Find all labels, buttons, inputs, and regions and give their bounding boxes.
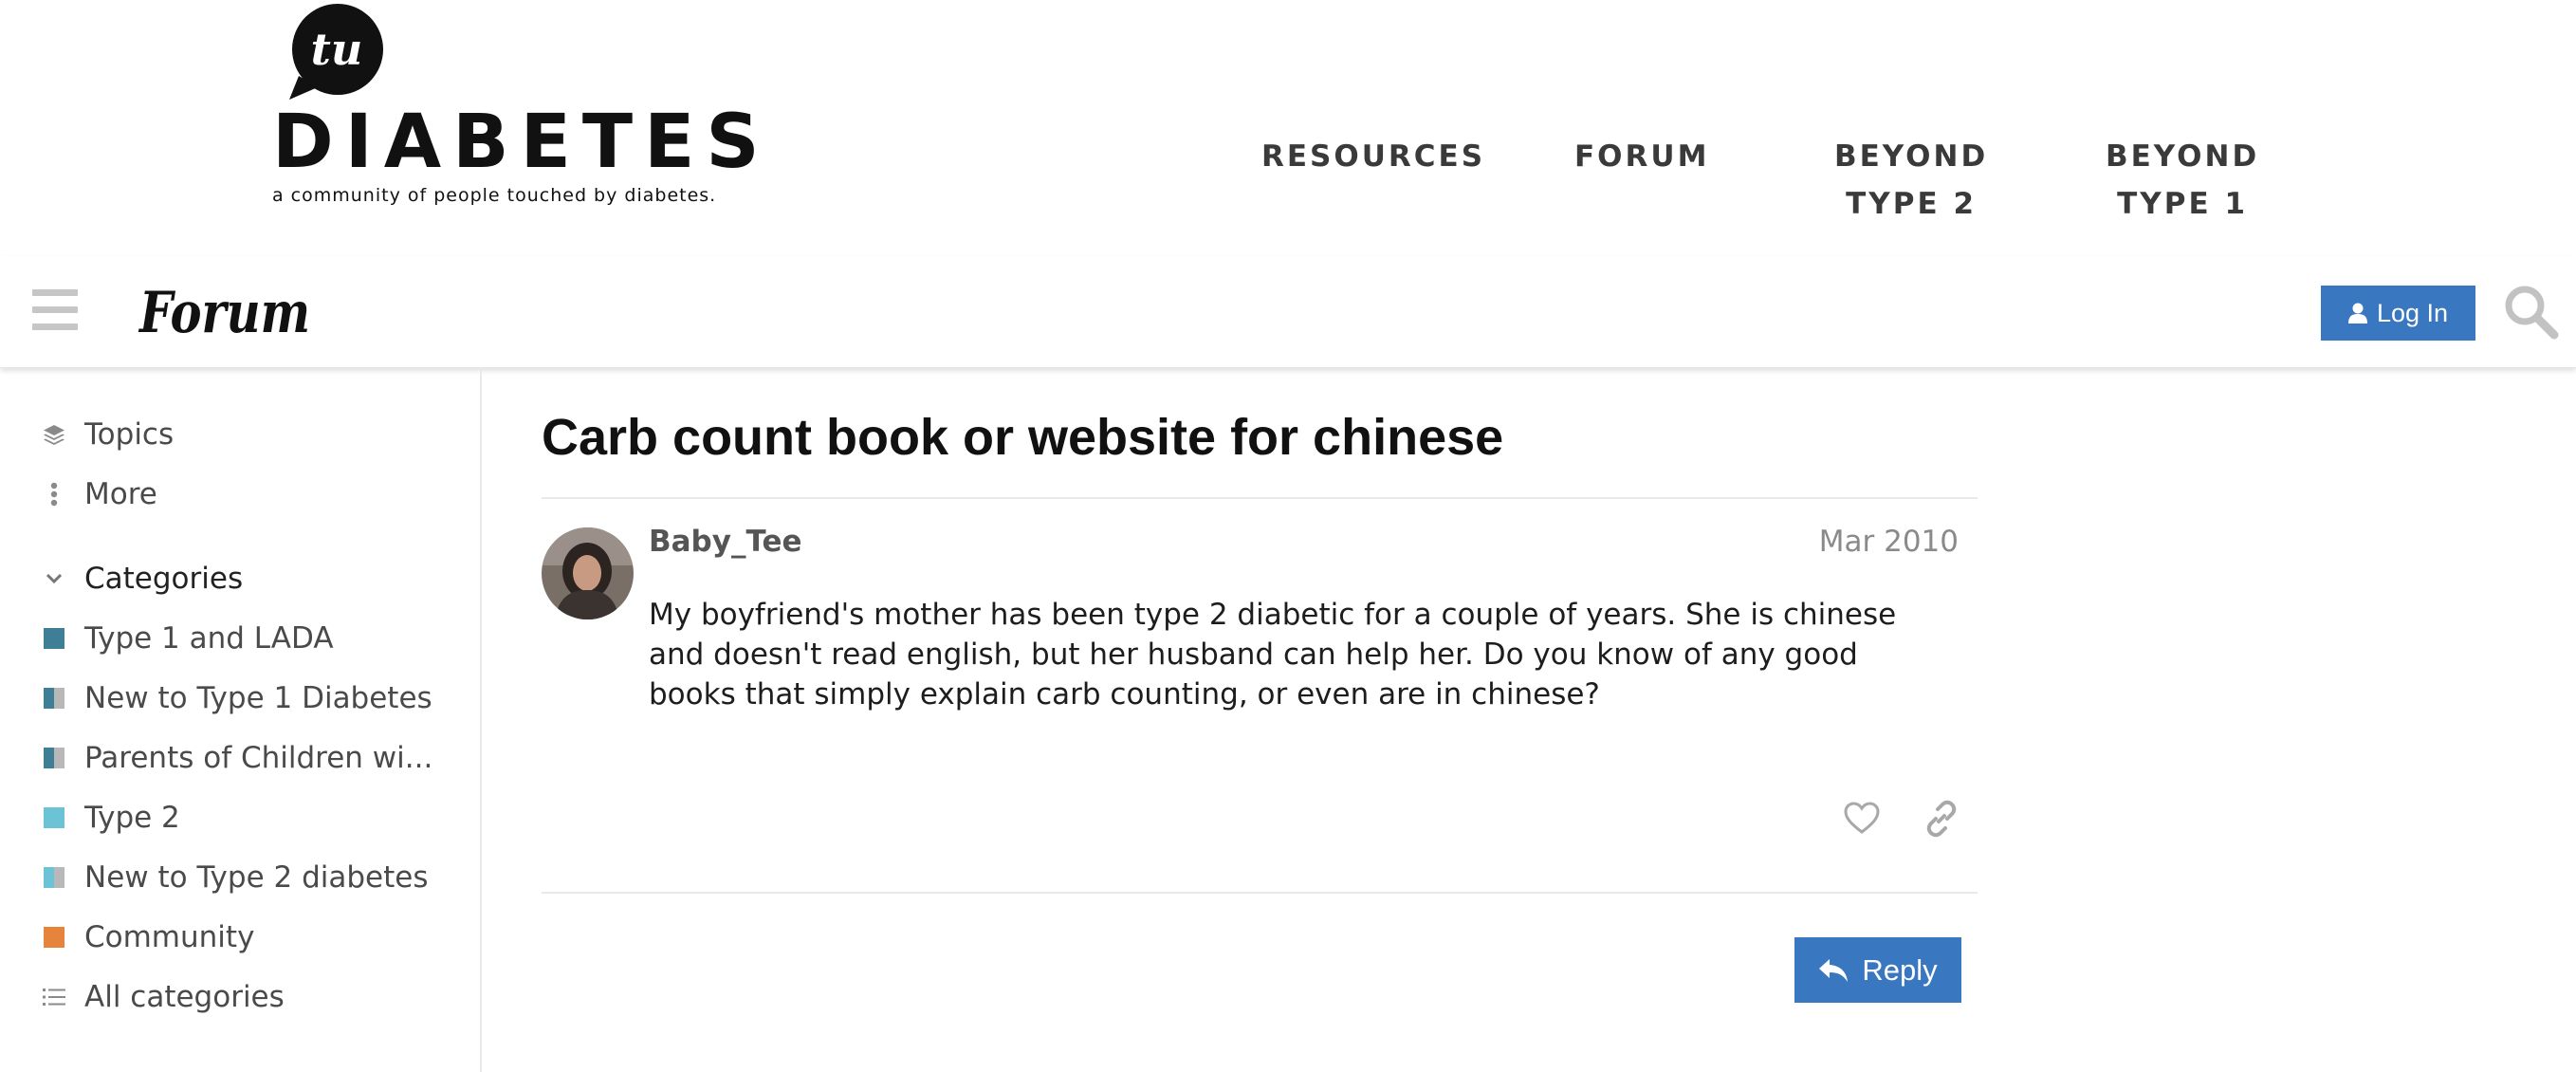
divider <box>542 497 1978 499</box>
nav-forum[interactable]: FORUM <box>1574 133 1709 180</box>
link-icon[interactable] <box>1922 799 1961 839</box>
nav-label-line1: BEYOND <box>1834 139 1989 174</box>
sidebar-item-category[interactable]: Community <box>0 912 474 963</box>
sidebar-item-category[interactable]: Type 1 and LADA <box>0 613 474 664</box>
reply-label: Reply <box>1862 952 1938 987</box>
divider <box>542 892 1978 894</box>
sidebar-item-label: Type 1 and LADA <box>84 621 334 656</box>
site-header: tu DIABETES a community of people touche… <box>0 0 2576 256</box>
logo-tagline: a community of people touched by diabete… <box>272 185 717 206</box>
sidebar-item-label: More <box>84 477 157 511</box>
nav-beyond-type-2[interactable]: BEYOND TYPE 2 <box>1834 133 1988 228</box>
nav-label: FORUM <box>1574 139 1710 174</box>
list-icon <box>42 985 66 1009</box>
post-body-line: My boyfriend's mother has been type 2 di… <box>649 598 1897 632</box>
nav-label-line1: BEYOND <box>2106 139 2260 174</box>
sidebar-item-category[interactable]: New to Type 1 Diabetes <box>0 673 474 724</box>
nav-label: RESOURCES <box>1261 139 1486 174</box>
site-nav: RESOURCES FORUM BEYOND TYPE 2 BEYOND TYP… <box>1233 133 2295 237</box>
forum-header: Forum Log In <box>0 256 2576 368</box>
user-icon <box>2347 303 2367 323</box>
sidebar-item-topics[interactable]: Topics <box>0 409 474 460</box>
sidebar-item-label: Topics <box>84 417 175 452</box>
chevron-down-icon <box>42 566 66 591</box>
sidebar-item-label: All categories <box>84 980 285 1014</box>
sidebar-item-category[interactable]: New to Type 2 diabetes <box>0 852 474 903</box>
post-username[interactable]: Baby_Tee <box>649 525 802 559</box>
sidebar-item-label: Type 2 <box>84 801 180 835</box>
avatar[interactable] <box>542 527 634 619</box>
logo-speech-bubble-icon: tu <box>289 4 383 100</box>
login-label: Log In <box>2376 298 2449 327</box>
post-date[interactable]: Mar 2010 <box>1783 525 1959 559</box>
sidebar: Topics More Categories Type 1 and LADA N… <box>0 368 482 1072</box>
category-swatch <box>42 686 66 711</box>
sidebar-item-category[interactable]: Parents of Children wi... <box>0 732 474 784</box>
sidebar-item-label: New to Type 1 Diabetes <box>84 681 432 715</box>
topic-title[interactable]: Carb count book or website for chinese <box>542 408 1503 467</box>
reply-button[interactable]: Reply <box>1794 937 1961 1003</box>
category-swatch <box>42 805 66 830</box>
search-icon[interactable] <box>2502 283 2559 340</box>
category-swatch <box>42 626 66 651</box>
sidebar-item-label: Parents of Children wi... <box>84 741 433 775</box>
nav-resources[interactable]: RESOURCES <box>1261 133 1485 180</box>
hamburger-icon[interactable] <box>32 289 80 331</box>
forum-logo[interactable]: Forum <box>138 273 318 349</box>
sidebar-item-label: Community <box>84 920 255 954</box>
category-swatch <box>42 925 66 950</box>
sidebar-item-label: New to Type 2 diabetes <box>84 860 429 895</box>
heart-icon[interactable] <box>1842 799 1882 839</box>
category-swatch <box>42 865 66 890</box>
sidebar-section-categories-toggle[interactable]: Categories <box>0 553 474 604</box>
nav-beyond-type-1[interactable]: BEYOND TYPE 1 <box>2106 133 2259 228</box>
nav-label-line2: TYPE 2 <box>1846 187 1978 221</box>
layers-icon <box>42 422 66 447</box>
tudiabetes-logo[interactable]: tu DIABETES a community of people touche… <box>272 0 765 218</box>
sidebar-item-more[interactable]: More <box>0 469 474 520</box>
sidebar-section-heading: Categories <box>84 562 244 596</box>
login-button[interactable]: Log In <box>2321 286 2475 341</box>
post-body-line: books that simply explain carb counting,… <box>649 677 1600 712</box>
post-body: My boyfriend's mother has been type 2 di… <box>649 595 1958 714</box>
svg-text:tu: tu <box>311 24 363 75</box>
sidebar-item-category[interactable]: Type 2 <box>0 792 474 843</box>
post-body-line: and doesn't read english, but her husban… <box>649 638 1858 672</box>
category-swatch <box>42 746 66 770</box>
vertical-ellipsis-icon <box>42 482 66 507</box>
logo-wordmark: DIABETES <box>272 100 771 185</box>
svg-text:Forum: Forum <box>138 280 310 346</box>
sidebar-item-all-categories[interactable]: All categories <box>0 971 474 1023</box>
nav-label-line2: TYPE 1 <box>2117 187 2249 221</box>
reply-arrow-icon <box>1819 958 1849 982</box>
